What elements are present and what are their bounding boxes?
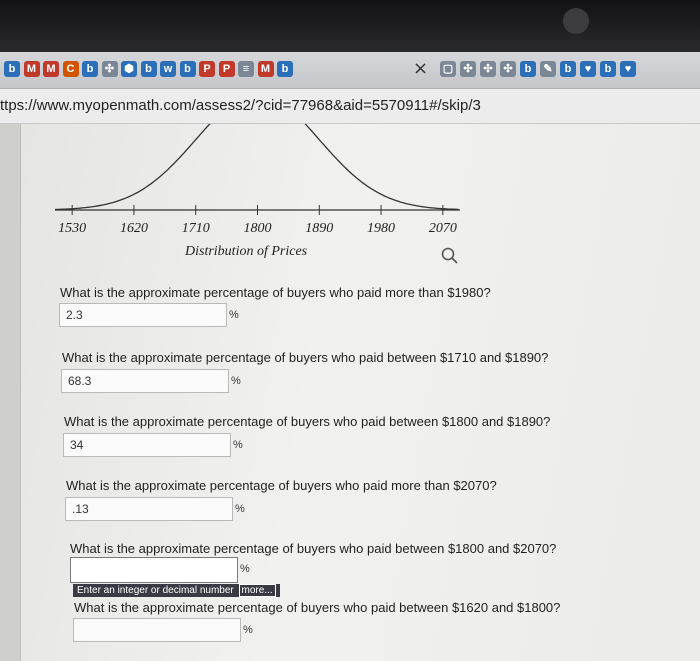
percent-unit: % xyxy=(240,563,250,575)
normal-curve xyxy=(55,124,459,211)
browser-tab-icon[interactable]: ♥ xyxy=(580,61,596,77)
browser-tab-icon[interactable]: P xyxy=(199,61,215,77)
browser-tab-icon[interactable]: b xyxy=(600,61,616,77)
answer-input[interactable]: .13 xyxy=(65,497,233,521)
address-bar[interactable]: ttps://www.myopenmath.com/assess2/?cid=7… xyxy=(0,89,700,124)
question-text: What is the approximate percentage of bu… xyxy=(62,350,549,365)
camera-dot xyxy=(563,8,589,34)
tab-strip: b M M Cb ✣ ⬢ b w b P P ≡ Mb × ▢ ✣ ✣ ✣ b ✎ b ♥ b ♥ xyxy=(0,52,700,89)
browser-tab-icon[interactable]: b xyxy=(82,61,98,77)
zoom-icon[interactable] xyxy=(440,246,460,266)
x-tick-label: 1800 xyxy=(244,221,272,236)
percent-unit: % xyxy=(233,439,243,451)
question-text: What is the approximate percentage of bu… xyxy=(64,414,551,429)
browser-tab-icon[interactable]: ✎ xyxy=(540,61,556,77)
browser-tab-icon[interactable]: ♥ xyxy=(620,61,636,77)
question-text: What is the approximate percentage of bu… xyxy=(66,478,497,493)
x-tick-label: 1890 xyxy=(305,221,333,236)
device-bezel xyxy=(0,0,700,52)
answer-input[interactable]: 34 xyxy=(63,433,231,457)
browser-tab-icon[interactable]: b xyxy=(560,61,576,77)
input-hint-tooltip: Enter an integer or decimal number more.… xyxy=(73,584,280,597)
answer-input[interactable] xyxy=(73,618,241,642)
browser-tab-icon[interactable]: P xyxy=(218,61,235,77)
browser-tab-icon[interactable]: M xyxy=(43,61,59,77)
browser-tab-icon[interactable]: ⬢ xyxy=(121,61,137,77)
browser-tab-icon[interactable]: ≡ xyxy=(238,61,254,77)
browser-tab-icon[interactable]: b xyxy=(520,61,536,77)
browser-tab-icon[interactable]: M xyxy=(257,61,274,77)
x-tick-label: 1620 xyxy=(120,221,148,236)
left-sidebar xyxy=(0,124,21,661)
browser-tab-icon[interactable]: b xyxy=(4,61,20,77)
browser-tab-icon[interactable]: ✣ xyxy=(460,61,476,77)
browser-tab-icon[interactable]: C xyxy=(62,61,79,77)
question-text: What is the approximate percentage of bu… xyxy=(70,541,557,556)
question-text: What is the approximate percentage of bu… xyxy=(60,285,491,300)
distribution-chart: 1530 1620 1710 1800 1890 1980 2070 Distributio… xyxy=(55,124,475,274)
chart-title: Distribution of Prices xyxy=(185,244,308,259)
x-tick-label: 1710 xyxy=(182,221,210,236)
url-text[interactable]: ttps://www.myopenmath.com/assess2/?cid=7… xyxy=(0,97,481,114)
close-tab-icon[interactable]: × xyxy=(413,58,428,79)
answer-input[interactable]: 2.3 xyxy=(59,303,227,327)
x-tick-label: 1530 xyxy=(58,221,86,236)
answer-input[interactable] xyxy=(70,557,238,583)
browser-tab-icon[interactable]: ▢ xyxy=(440,61,456,77)
x-tick-label: 2070 xyxy=(429,221,457,236)
browser-tab-icon[interactable]: M xyxy=(23,61,40,77)
x-tick-label: 1980 xyxy=(367,221,395,236)
percent-unit: % xyxy=(229,309,239,321)
hint-more-link[interactable]: more... xyxy=(238,584,276,597)
browser-tab-icon[interactable]: w xyxy=(160,61,176,77)
browser-tab-icon[interactable]: ✣ xyxy=(101,61,118,77)
percent-unit: % xyxy=(235,503,245,515)
browser-tab-icon[interactable]: ✣ xyxy=(500,61,516,77)
browser-tab-icon[interactable]: b xyxy=(140,61,157,77)
browser-tab-icon[interactable]: ✣ xyxy=(480,61,496,77)
answer-input[interactable]: 68.3 xyxy=(61,369,229,393)
question-text: What is the approximate percentage of bu… xyxy=(74,600,561,615)
percent-unit: % xyxy=(243,624,253,636)
hint-text: Enter an integer or decimal number xyxy=(77,585,234,596)
browser-tab-icon[interactable]: b xyxy=(179,61,196,77)
percent-unit: % xyxy=(231,375,241,387)
browser-tab-icon[interactable]: b xyxy=(277,61,293,77)
